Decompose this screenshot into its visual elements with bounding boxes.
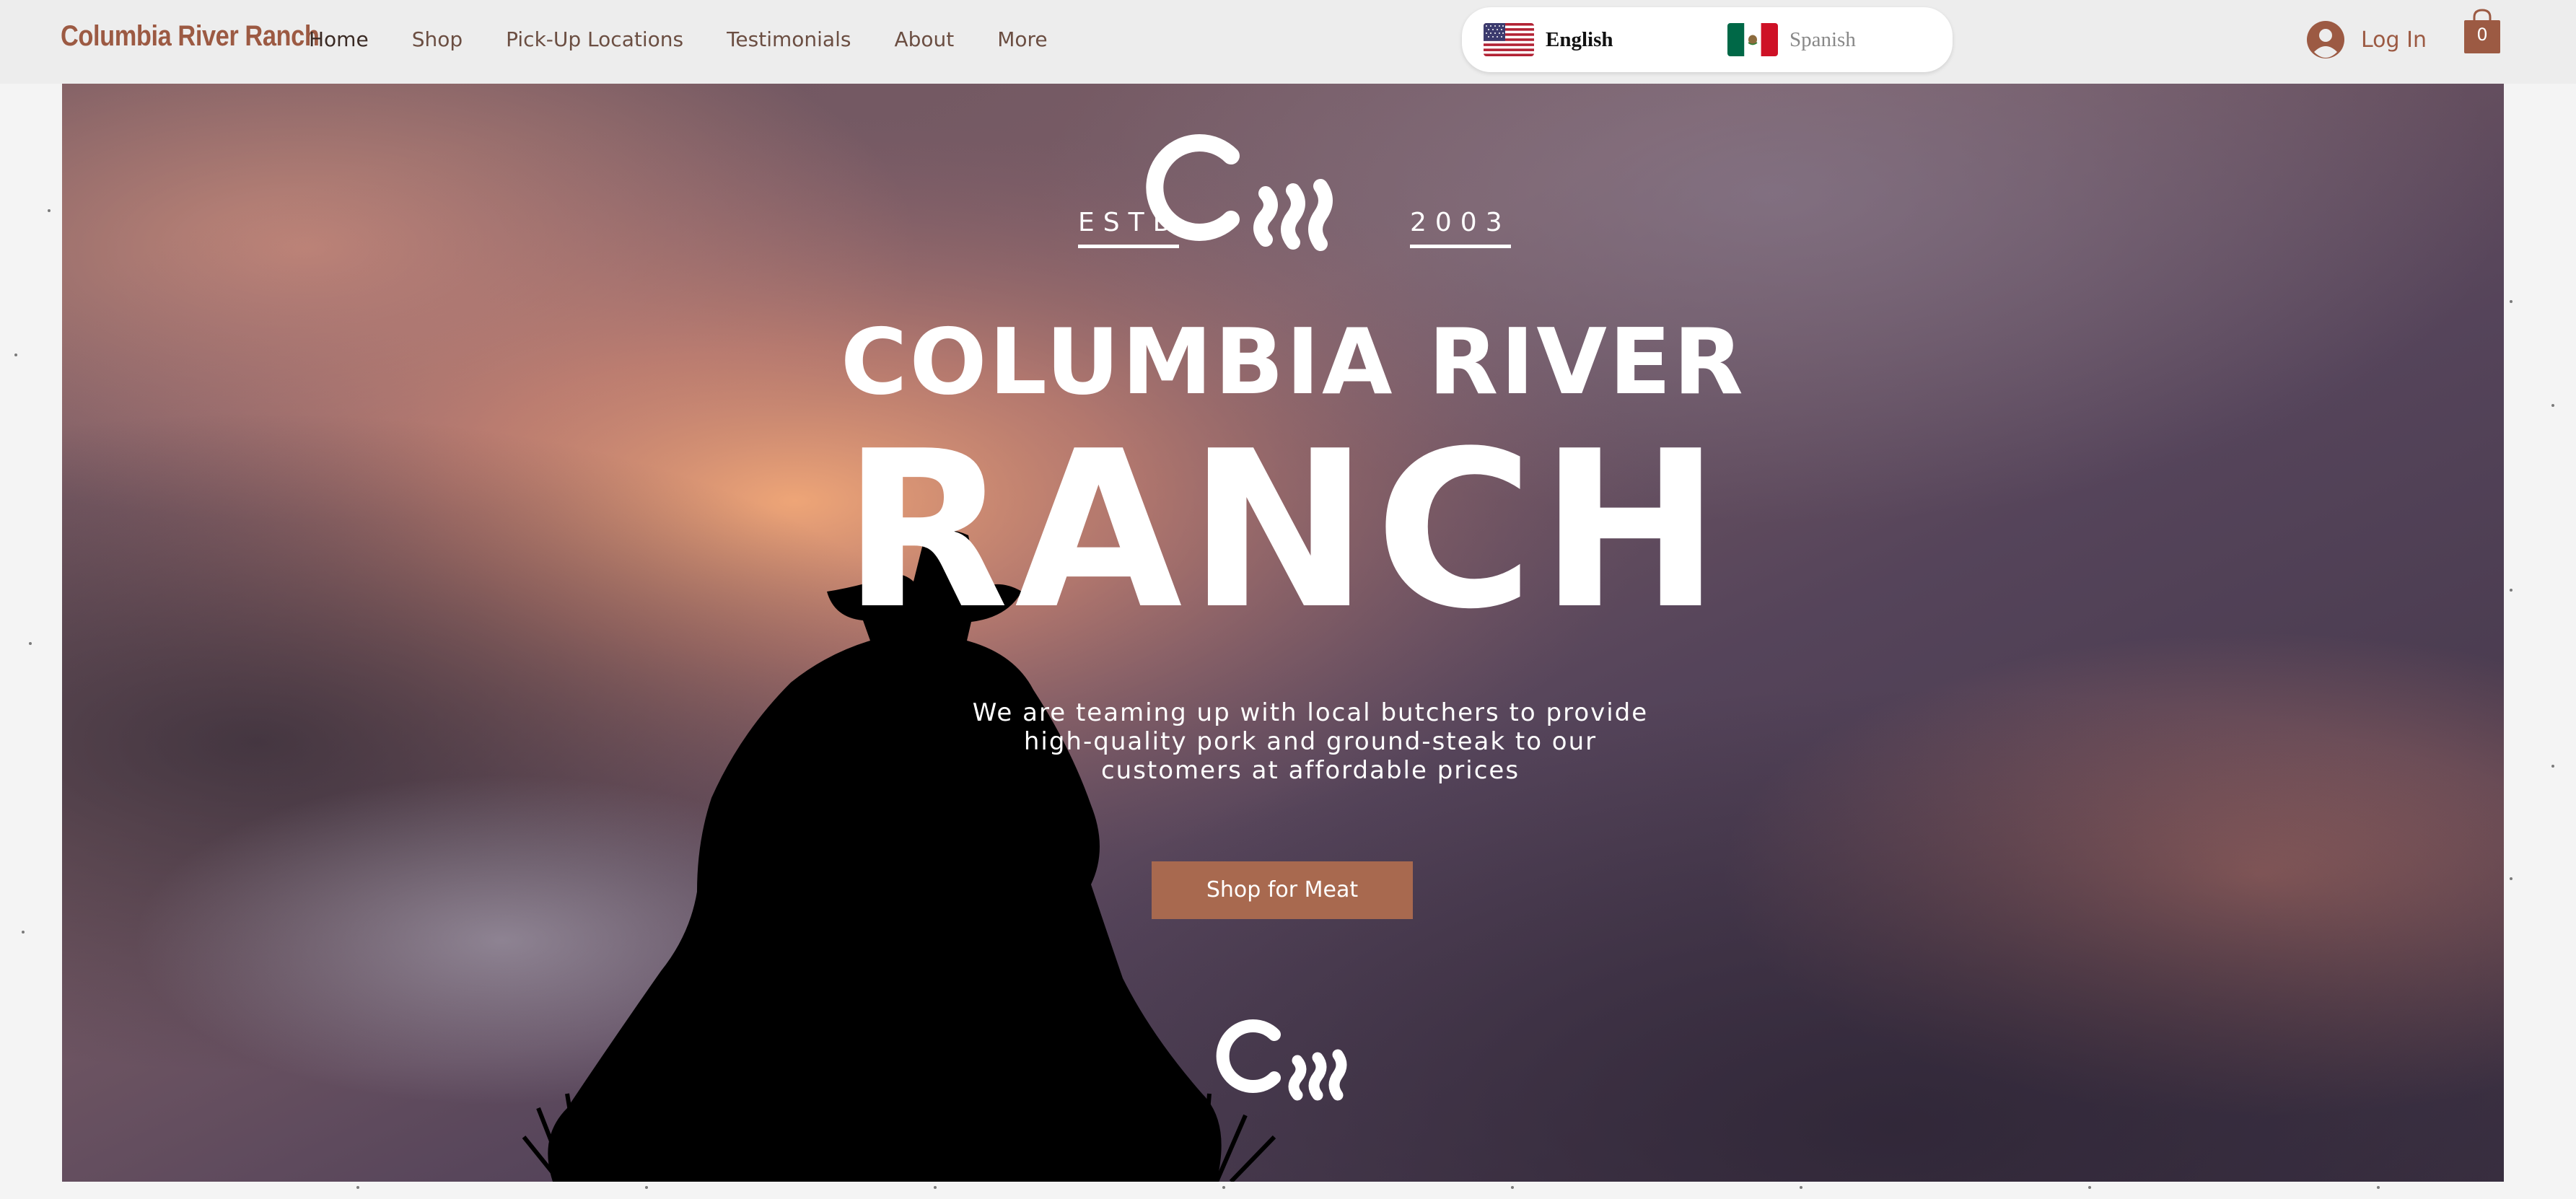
decor-dot xyxy=(2510,589,2513,592)
hero-title-line2: RANCH xyxy=(842,405,1727,656)
site-header: Columbia River Ranch Home Shop Pick-Up L… xyxy=(0,0,2576,84)
login-label: Log In xyxy=(2361,27,2427,53)
nav-about[interactable]: About xyxy=(872,27,976,51)
decor-dot xyxy=(2377,1186,2380,1189)
decor-dot xyxy=(48,209,51,212)
main-nav: Home Shop Pick-Up Locations Testimonials… xyxy=(309,27,1069,51)
decor-dot xyxy=(645,1186,648,1189)
decor-dot xyxy=(2510,300,2513,303)
shop-for-meat-button[interactable]: Shop for Meat xyxy=(1152,861,1413,919)
language-label-english: English xyxy=(1546,27,1613,51)
decor-dot xyxy=(22,931,25,934)
cart-count-badge: 0 xyxy=(2476,25,2488,45)
decor-dot xyxy=(2510,877,2513,880)
decor-dot xyxy=(934,1186,937,1189)
nav-testimonials[interactable]: Testimonials xyxy=(705,27,872,51)
language-switcher: English Spanish xyxy=(1462,7,1953,72)
nav-home[interactable]: Home xyxy=(309,27,390,51)
decor-dot xyxy=(356,1186,359,1189)
cart-button[interactable]: 0 xyxy=(2462,7,2502,56)
decor-dot xyxy=(14,353,17,356)
decor-dot xyxy=(29,642,32,645)
us-flag-icon xyxy=(1484,23,1534,56)
mexico-flag-icon xyxy=(1727,23,1778,56)
established-label: ESTB xyxy=(1078,208,1180,248)
nav-shop[interactable]: Shop xyxy=(390,27,484,51)
decor-dot xyxy=(2088,1186,2091,1189)
decor-dot xyxy=(1222,1186,1225,1189)
brand-logo[interactable]: Columbia River Ranch xyxy=(61,20,320,53)
hero-section: ESTB 2003 COLUMBIA RIVER RANCH We are te… xyxy=(62,84,2504,1182)
nav-more[interactable]: More xyxy=(976,27,1069,51)
language-option-spanish[interactable]: Spanish xyxy=(1727,23,1856,56)
nav-pickup-locations[interactable]: Pick-Up Locations xyxy=(484,27,705,51)
decor-dot xyxy=(1800,1186,1802,1189)
language-label-spanish: Spanish xyxy=(1789,27,1856,51)
established-year: 2003 xyxy=(1410,208,1511,248)
decor-dot xyxy=(2551,765,2554,768)
hero-tagline: We are teaming up with local butchers to… xyxy=(972,698,1649,785)
decor-dot xyxy=(1511,1186,1514,1189)
hero-title-line1: COLUMBIA RIVER xyxy=(841,309,1745,415)
decor-dot xyxy=(2551,404,2554,407)
login-button[interactable]: Log In xyxy=(2306,20,2427,59)
language-option-english[interactable]: English xyxy=(1484,23,1613,56)
user-avatar-icon xyxy=(2307,21,2344,58)
